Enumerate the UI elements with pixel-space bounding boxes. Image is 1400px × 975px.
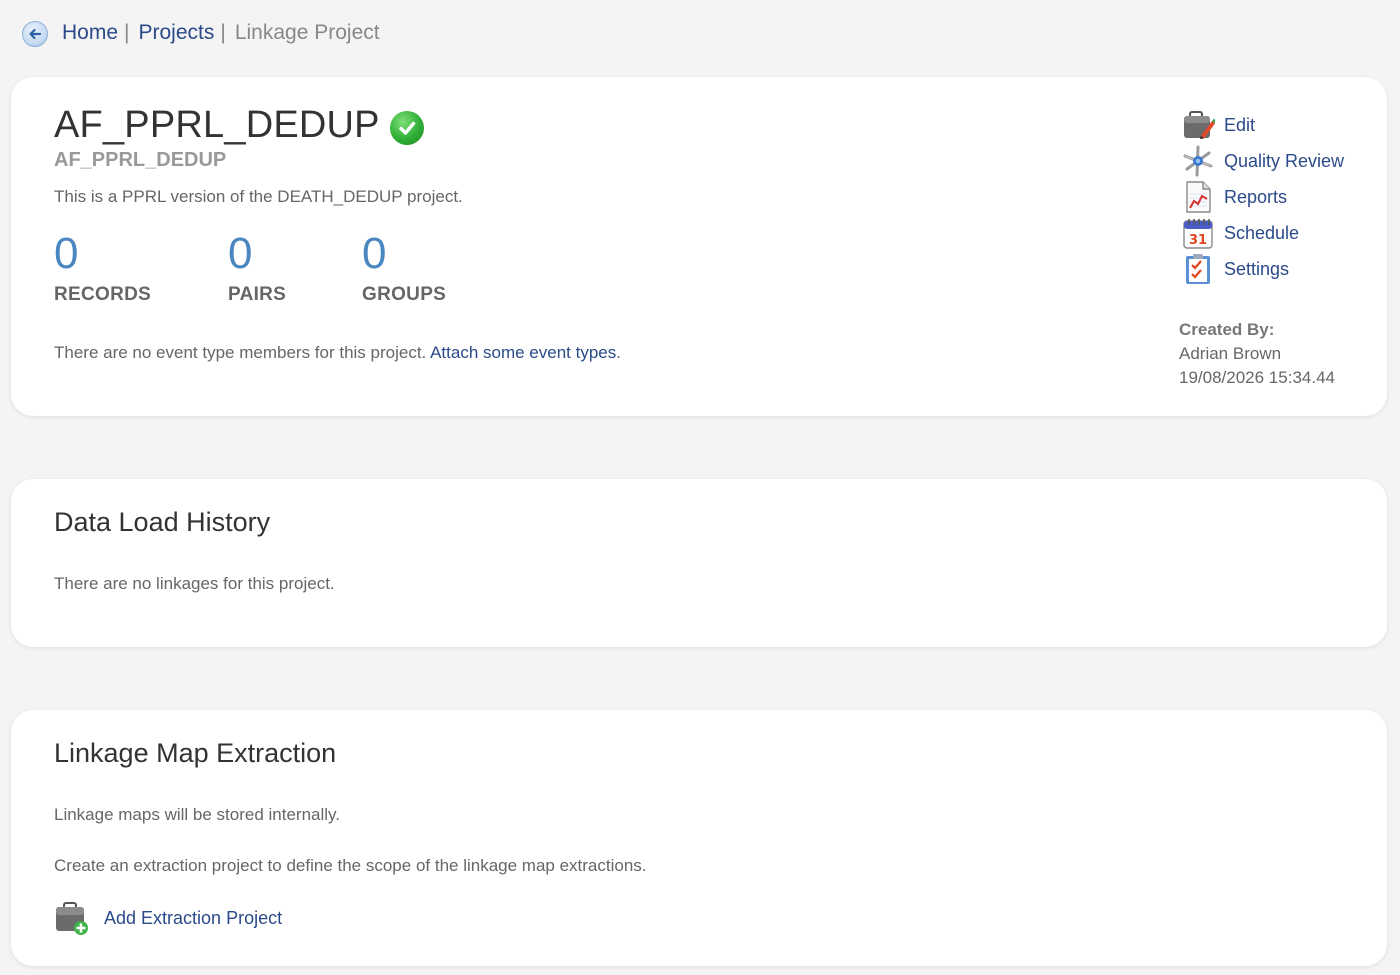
stat-groups-value: 0 bbox=[362, 229, 387, 278]
quality-review-icon bbox=[1180, 143, 1216, 179]
action-reports[interactable]: Reports bbox=[1180, 179, 1344, 215]
data-load-history-card: Data Load History There are no linkages … bbox=[11, 479, 1387, 647]
stat-records-value: 0 bbox=[54, 229, 79, 278]
action-schedule-label: Schedule bbox=[1224, 222, 1300, 243]
project-subtitle: AF_PPRL_DEDUP bbox=[54, 149, 227, 171]
stat-pairs-label: PAIRS bbox=[228, 284, 287, 305]
no-linkages-message: There are no linkages for this project. bbox=[54, 574, 335, 593]
project-title: AF_PPRL_DEDUP bbox=[54, 104, 380, 146]
reports-chart-icon bbox=[1180, 179, 1216, 215]
action-edit[interactable]: Edit bbox=[1180, 107, 1344, 143]
settings-checklist-icon bbox=[1180, 251, 1216, 287]
breadcrumb-projects-link[interactable]: Projects bbox=[139, 21, 215, 45]
action-edit-label: Edit bbox=[1224, 114, 1256, 135]
action-schedule[interactable]: 31 Schedule bbox=[1180, 215, 1344, 251]
breadcrumb-home-link[interactable]: Home bbox=[62, 21, 118, 45]
action-reports-label: Reports bbox=[1224, 186, 1288, 207]
action-settings[interactable]: Settings bbox=[1180, 251, 1344, 287]
svg-text:31: 31 bbox=[1189, 233, 1207, 248]
stat-pairs: 0 PAIRS bbox=[228, 232, 286, 306]
breadcrumb-separator: | bbox=[220, 21, 226, 44]
edit-briefcase-icon bbox=[1180, 107, 1216, 143]
action-quality-review[interactable]: Quality Review bbox=[1180, 143, 1344, 179]
add-extraction-project-button[interactable]: Add Extraction Project bbox=[54, 900, 282, 936]
project-description: This is a PPRL version of the DEATH_DEDU… bbox=[54, 187, 463, 206]
back-arrow-icon[interactable] bbox=[22, 21, 48, 47]
add-briefcase-icon bbox=[54, 900, 90, 936]
stat-records-label: RECORDS bbox=[54, 284, 152, 305]
event-types-period: . bbox=[616, 343, 621, 362]
add-extraction-project-link[interactable]: Add Extraction Project bbox=[104, 908, 282, 929]
breadcrumb: Home | Projects | Linkage Project bbox=[22, 18, 380, 48]
data-load-history-title: Data Load History bbox=[54, 507, 271, 537]
stat-pairs-value: 0 bbox=[228, 229, 253, 278]
action-settings-label: Settings bbox=[1224, 258, 1290, 279]
created-timestamp: 19/08/2026 15:34.44 bbox=[1179, 368, 1335, 387]
project-actions: Edit Quality Review Reports 31 Schedule … bbox=[1180, 107, 1344, 287]
stat-groups: 0 GROUPS bbox=[362, 232, 446, 306]
event-types-message: There are no event type members for this… bbox=[54, 343, 621, 363]
storage-message: Linkage maps will be stored internally. bbox=[54, 805, 340, 824]
check-circle-icon bbox=[389, 110, 424, 145]
linkage-map-extraction-card: Linkage Map Extraction Linkage maps will… bbox=[11, 710, 1387, 966]
created-by-title: Created By: bbox=[1179, 320, 1275, 339]
breadcrumb-separator: | bbox=[124, 21, 130, 44]
linkage-map-extraction-title: Linkage Map Extraction bbox=[54, 738, 337, 768]
create-extraction-message: Create an extraction project to define t… bbox=[54, 856, 647, 875]
event-types-text: There are no event type members for this… bbox=[54, 343, 427, 362]
breadcrumb-current: Linkage Project bbox=[234, 21, 380, 44]
action-quality-review-label: Quality Review bbox=[1224, 150, 1345, 171]
stat-groups-label: GROUPS bbox=[362, 284, 447, 305]
stat-records: 0 RECORDS bbox=[54, 232, 151, 306]
created-by-info: Created By: Adrian Brown 19/08/2026 15:3… bbox=[1179, 318, 1335, 390]
attach-event-types-link[interactable]: Attach some event types bbox=[430, 343, 616, 362]
project-title-row: AF_PPRL_DEDUP bbox=[54, 104, 424, 147]
project-summary-card: AF_PPRL_DEDUP AF_PPRL_DEDUP This is a PP… bbox=[11, 77, 1387, 416]
calendar-icon: 31 bbox=[1180, 215, 1216, 251]
created-by-name: Adrian Brown bbox=[1179, 344, 1282, 363]
